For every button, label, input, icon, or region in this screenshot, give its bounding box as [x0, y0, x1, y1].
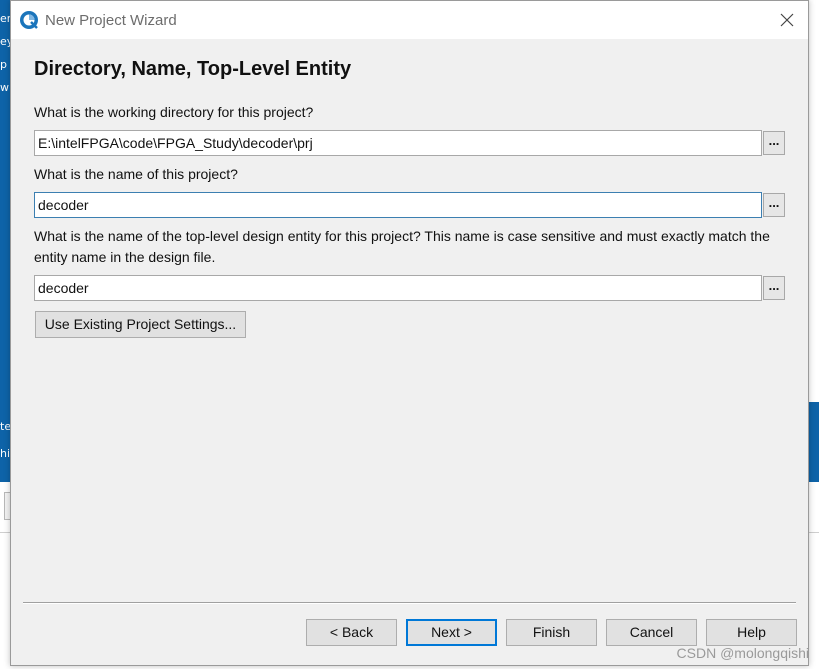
window-title: New Project Wizard — [45, 12, 177, 29]
finish-button[interactable]: Finish — [506, 619, 597, 646]
wizard-content: Directory, Name, Top-Level Entity What i… — [11, 39, 808, 665]
top-level-entity-label: What is the name of the top-level design… — [34, 228, 770, 265]
background-text: p — [0, 58, 7, 71]
working-directory-label: What is the working directory for this p… — [34, 104, 314, 120]
back-button[interactable]: < Back — [306, 619, 397, 646]
page-title: Directory, Name, Top-Level Entity — [34, 58, 352, 80]
new-project-wizard-dialog: New Project Wizard Directory, Name, Top-… — [10, 0, 809, 666]
watermark: CSDN @molongqishi — [676, 645, 809, 661]
cancel-button[interactable]: Cancel — [606, 619, 697, 646]
background-text: hi — [0, 447, 11, 460]
title-bar[interactable]: New Project Wizard — [11, 1, 808, 39]
project-name-browse-button[interactable]: ... — [763, 193, 785, 217]
footer-separator — [23, 602, 796, 604]
background-text: w — [0, 81, 9, 94]
top-level-entity-browse-button[interactable]: ... — [763, 276, 785, 300]
use-existing-project-settings-button[interactable]: Use Existing Project Settings... — [35, 311, 246, 338]
working-directory-input[interactable]: E:\intelFPGA\code\FPGA_Study\decoder\prj — [34, 130, 762, 156]
next-button[interactable]: Next > — [406, 619, 497, 646]
quartus-logo-icon — [20, 11, 38, 29]
help-button[interactable]: Help — [706, 619, 797, 646]
close-icon[interactable] — [774, 7, 800, 33]
working-directory-browse-button[interactable]: ... — [763, 131, 785, 155]
top-level-entity-input[interactable]: decoder — [34, 275, 762, 301]
project-name-input[interactable]: decoder — [34, 192, 762, 218]
project-name-label: What is the name of this project? — [34, 166, 238, 182]
